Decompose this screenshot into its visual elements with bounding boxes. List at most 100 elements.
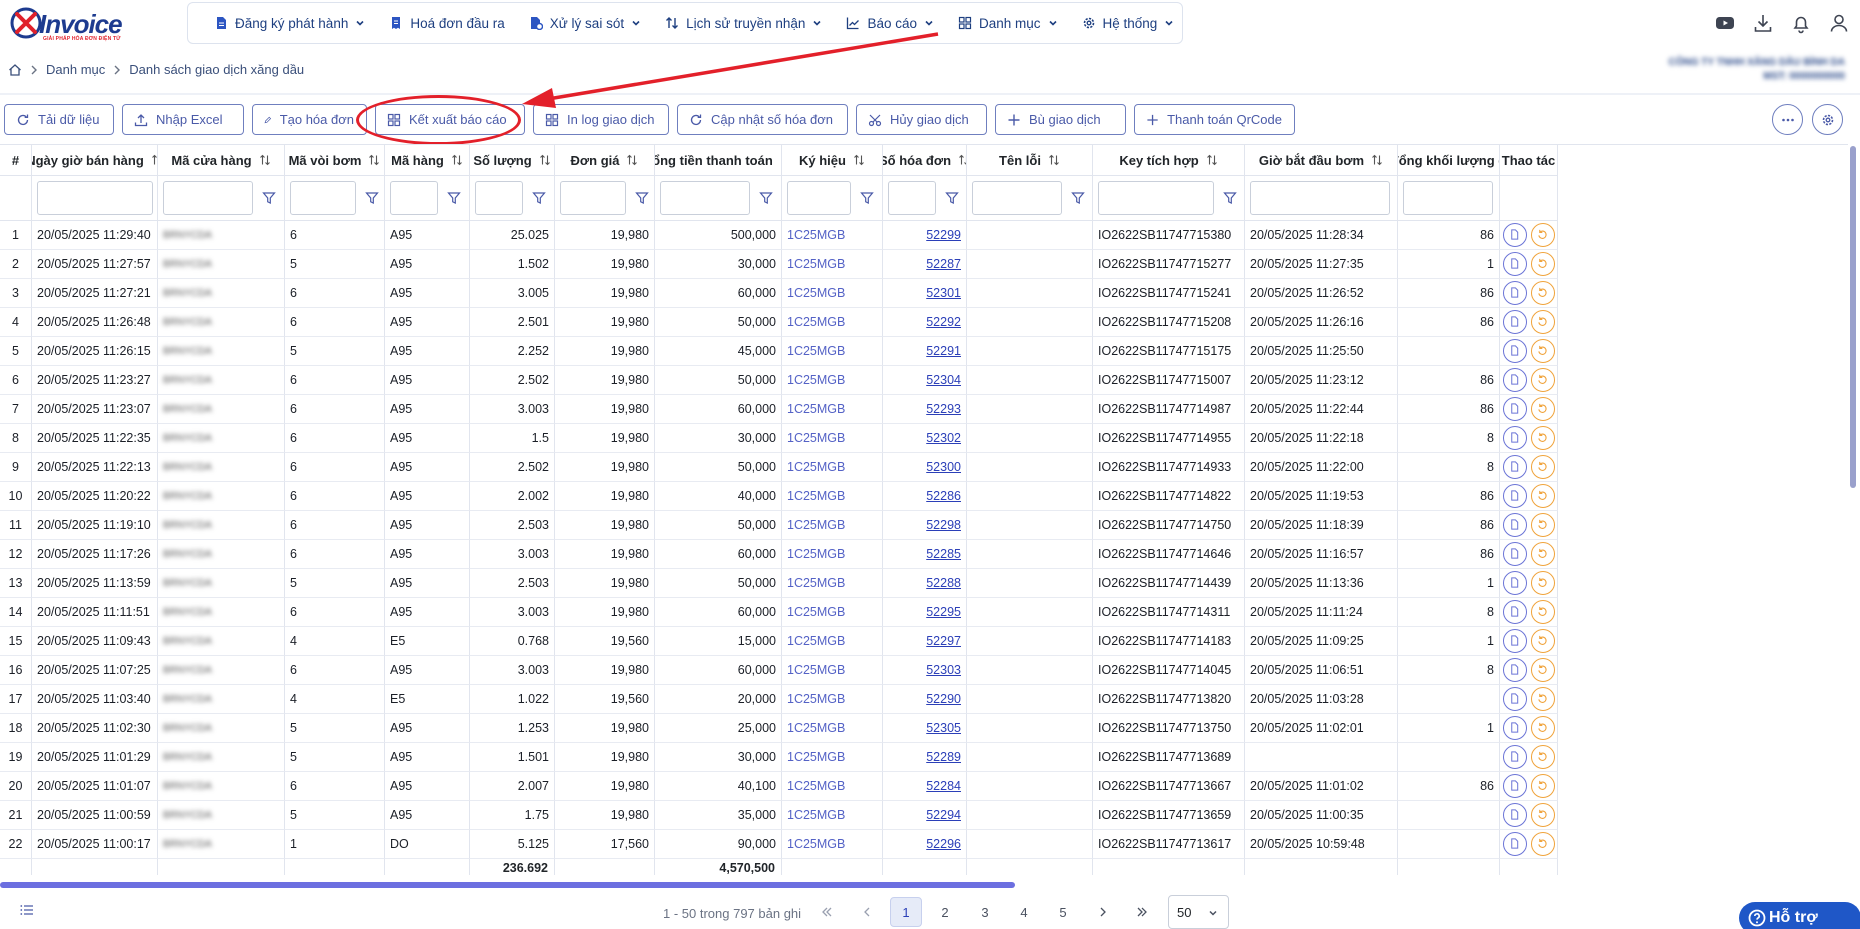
- invoice-number-link[interactable]: 52305: [926, 721, 961, 735]
- view-document-button[interactable]: [1502, 745, 1527, 769]
- table-cell-invoice-no[interactable]: 52294: [883, 801, 967, 830]
- view-document-button[interactable]: [1502, 484, 1527, 508]
- invoice-number-link[interactable]: 52287: [926, 257, 961, 271]
- column-header-unit-price[interactable]: Đơn giá: [555, 145, 655, 176]
- table-cell-invoice-no[interactable]: 52301: [883, 279, 967, 308]
- table-cell-actions[interactable]: [1500, 337, 1558, 366]
- update-invoice-number-button[interactable]: Cập nhật số hóa đơn: [677, 104, 848, 135]
- list-icon[interactable]: [20, 904, 34, 916]
- invoice-number-link[interactable]: 52284: [926, 779, 961, 793]
- invoice-number-link[interactable]: 52297: [926, 634, 961, 648]
- view-document-button[interactable]: [1502, 600, 1527, 624]
- invoice-number-link[interactable]: 52301: [926, 286, 961, 300]
- table-cell-actions[interactable]: [1500, 743, 1558, 772]
- nav-hoa-don-dau-ra[interactable]: Hoá đơn đầu ra: [379, 8, 518, 38]
- filter-icon[interactable]: [262, 191, 276, 205]
- invoice-number-link[interactable]: 52303: [926, 663, 961, 677]
- column-header-product-code[interactable]: Mã hàng: [385, 145, 470, 176]
- view-document-button[interactable]: [1502, 426, 1527, 450]
- filter-input[interactable]: [972, 181, 1062, 215]
- supplement-transaction-button[interactable]: Bù giao dịch: [995, 104, 1126, 135]
- view-document-button[interactable]: [1502, 455, 1527, 479]
- filter-input[interactable]: [1098, 181, 1214, 215]
- nav-xu-ly-sai-sot[interactable]: Xử lý sai sót: [519, 8, 655, 38]
- table-cell-invoice-no[interactable]: 52286: [883, 482, 967, 511]
- undo-button[interactable]: [1530, 571, 1555, 595]
- page-1-button[interactable]: 1: [890, 897, 922, 927]
- undo-button[interactable]: [1530, 368, 1555, 392]
- undo-button[interactable]: [1530, 281, 1555, 305]
- column-header-pump-start-time[interactable]: Giờ bắt đầu bơm: [1245, 145, 1398, 176]
- cancel-transaction-button[interactable]: Hủy giao dịch: [856, 104, 987, 135]
- filter-icon[interactable]: [1223, 191, 1237, 205]
- invoice-number-link[interactable]: 52304: [926, 373, 961, 387]
- bell-icon[interactable]: [1790, 12, 1812, 34]
- user-icon[interactable]: [1828, 12, 1850, 34]
- settings-button[interactable]: [1812, 104, 1843, 135]
- undo-button[interactable]: [1530, 339, 1555, 363]
- view-document-button[interactable]: [1502, 281, 1527, 305]
- table-cell-actions[interactable]: [1500, 830, 1558, 859]
- table-cell-actions[interactable]: [1500, 772, 1558, 801]
- print-log-button[interactable]: In log giao dịch: [533, 104, 669, 135]
- view-document-button[interactable]: [1502, 774, 1527, 798]
- download-icon[interactable]: [1752, 12, 1774, 34]
- invoice-number-link[interactable]: 52295: [926, 605, 961, 619]
- table-cell-invoice-no[interactable]: 52292: [883, 308, 967, 337]
- nav-dang-ky-phat-hanh[interactable]: Đăng ký phát hành: [204, 8, 379, 38]
- undo-button[interactable]: [1530, 252, 1555, 276]
- table-cell-invoice-no[interactable]: 52299: [883, 221, 967, 250]
- table-cell-invoice-no[interactable]: 52302: [883, 424, 967, 453]
- table-cell-actions[interactable]: [1500, 308, 1558, 337]
- nav-he-thong[interactable]: Hệ thống: [1072, 8, 1189, 38]
- table-cell-actions[interactable]: [1500, 453, 1558, 482]
- view-document-button[interactable]: [1502, 368, 1527, 392]
- filter-input[interactable]: [1403, 181, 1493, 215]
- filter-input[interactable]: [290, 181, 356, 215]
- reload-button[interactable]: Tải dữ liệu: [4, 104, 114, 135]
- table-cell-invoice-no[interactable]: 52284: [883, 772, 967, 801]
- filter-icon[interactable]: [1071, 191, 1085, 205]
- table-cell-actions[interactable]: [1500, 424, 1558, 453]
- column-header-invoice-no[interactable]: Số hóa đơn: [883, 145, 967, 176]
- youtube-icon[interactable]: [1714, 12, 1736, 34]
- filter-input[interactable]: [888, 181, 936, 215]
- table-cell-invoice-no[interactable]: 52285: [883, 540, 967, 569]
- export-report-button[interactable]: Kết xuất báo cáo: [375, 104, 525, 135]
- table-cell-invoice-no[interactable]: 52298: [883, 511, 967, 540]
- page-4-button[interactable]: 4: [1008, 897, 1040, 927]
- view-document-button[interactable]: [1502, 716, 1527, 740]
- undo-button[interactable]: [1530, 397, 1555, 421]
- invoice-number-link[interactable]: 52300: [926, 460, 961, 474]
- page-3-button[interactable]: 3: [969, 897, 1001, 927]
- table-cell-actions[interactable]: [1500, 714, 1558, 743]
- table-cell-actions[interactable]: [1500, 511, 1558, 540]
- undo-button[interactable]: [1530, 426, 1555, 450]
- filter-input[interactable]: [560, 181, 626, 215]
- undo-button[interactable]: [1530, 629, 1555, 653]
- invoice-number-link[interactable]: 52285: [926, 547, 961, 561]
- filter-input[interactable]: [163, 181, 253, 215]
- table-cell-invoice-no[interactable]: 52296: [883, 830, 967, 859]
- invoice-number-link[interactable]: 52296: [926, 837, 961, 851]
- view-document-button[interactable]: [1502, 658, 1527, 682]
- table-cell-invoice-no[interactable]: 52289: [883, 743, 967, 772]
- view-document-button[interactable]: [1502, 223, 1527, 247]
- table-cell-invoice-no[interactable]: 52288: [883, 569, 967, 598]
- page-size-select[interactable]: 50: [1168, 895, 1229, 929]
- invoice-number-link[interactable]: 52289: [926, 750, 961, 764]
- column-header-quantity[interactable]: Số lượng: [470, 145, 555, 176]
- view-document-button[interactable]: [1502, 803, 1527, 827]
- undo-button[interactable]: [1530, 600, 1555, 624]
- column-header-integration-key[interactable]: Key tích hợp: [1093, 145, 1245, 176]
- breadcrumb-item-danh-muc[interactable]: Danh mục: [46, 62, 105, 77]
- first-page-button[interactable]: [811, 897, 843, 927]
- next-page-button[interactable]: [1087, 897, 1119, 927]
- table-cell-actions[interactable]: [1500, 801, 1558, 830]
- filter-input[interactable]: [37, 181, 153, 215]
- table-cell-actions[interactable]: [1500, 366, 1558, 395]
- filter-icon[interactable]: [945, 191, 959, 205]
- filter-icon[interactable]: [860, 191, 874, 205]
- view-document-button[interactable]: [1502, 687, 1527, 711]
- view-document-button[interactable]: [1502, 252, 1527, 276]
